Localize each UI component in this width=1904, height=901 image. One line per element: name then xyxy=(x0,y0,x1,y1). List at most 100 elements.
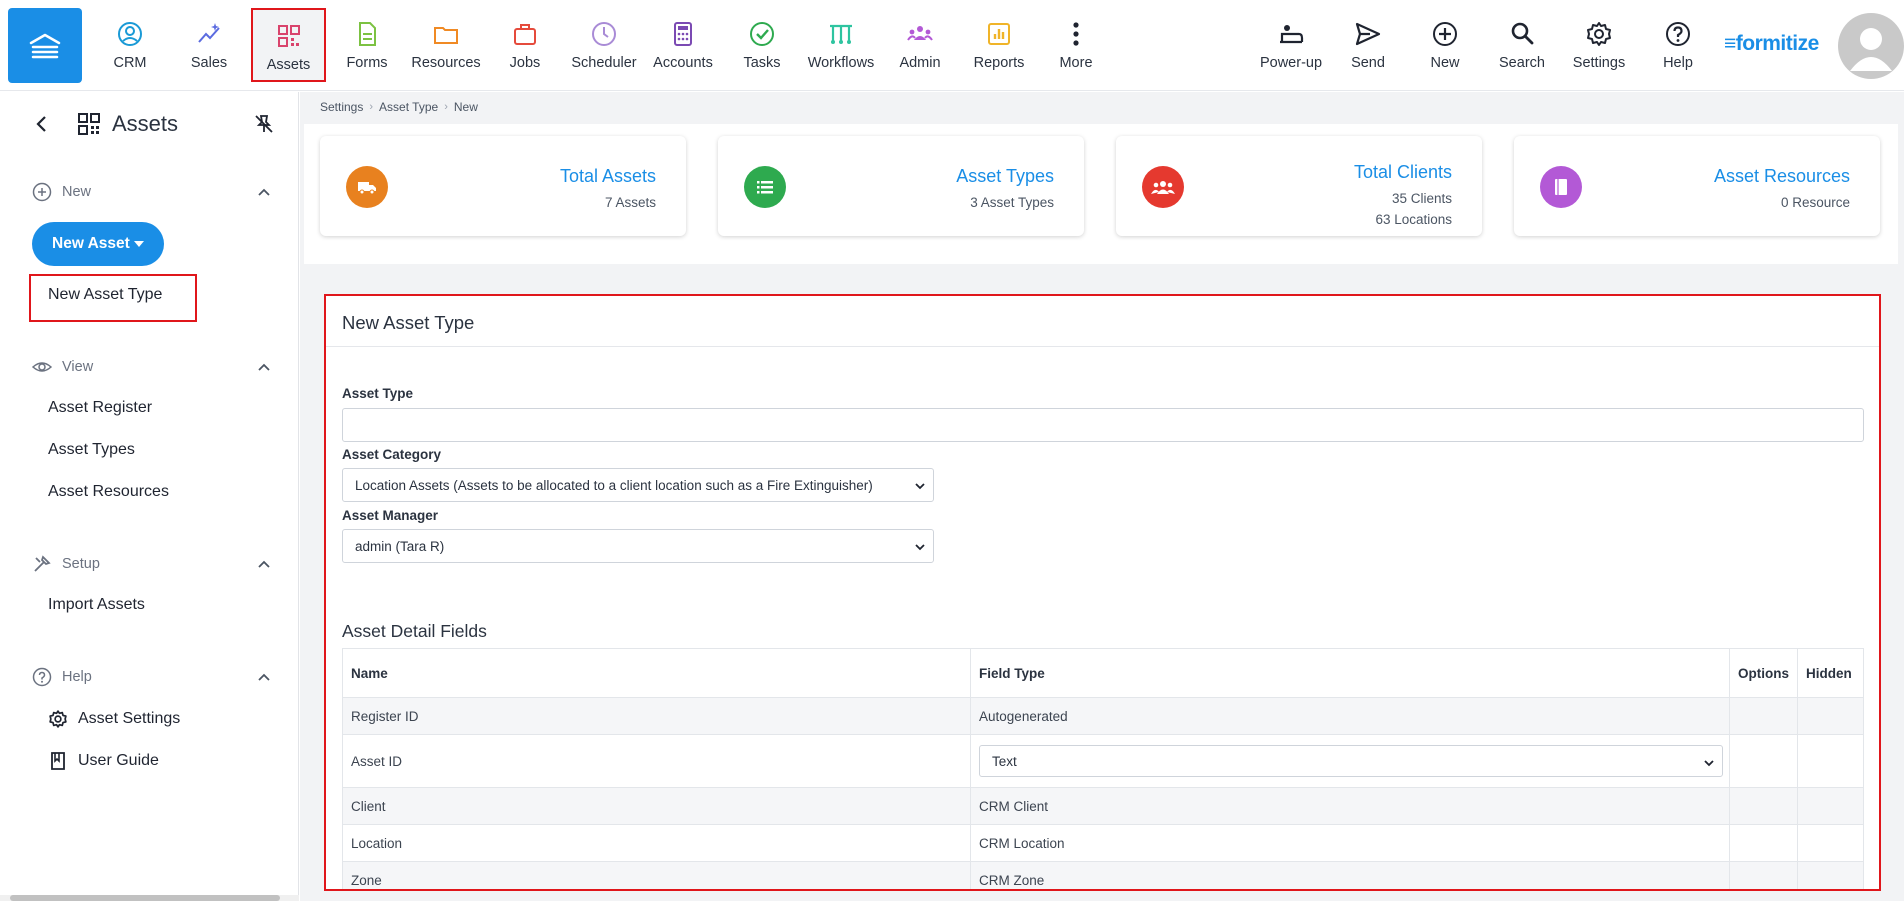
new-asset-type-panel: New Asset Type Asset Type Asset Category… xyxy=(324,294,1881,891)
stat-card-asset-resources[interactable]: Asset Resources 0 Resource xyxy=(1514,136,1880,236)
sidebar-link-asset-resources[interactable]: Asset Resources xyxy=(48,483,169,501)
nav-tasks[interactable]: Tasks xyxy=(723,8,801,82)
sidebar-scrollbar-thumb[interactable] xyxy=(10,895,280,901)
field-hidden-cell xyxy=(1797,697,1864,735)
book-icon xyxy=(51,752,65,770)
field-hidden-cell xyxy=(1797,861,1864,889)
tool-settings-label: Settings xyxy=(1572,55,1626,71)
asset-detail-fields-table: Name Field Type Options Hidden Register … xyxy=(341,648,1864,889)
tool-send-label: Send xyxy=(1351,55,1385,71)
asset-detail-fields-title: Asset Detail Fields xyxy=(342,621,487,641)
stat-title: Total Assets xyxy=(559,166,656,186)
nav-workflows-label: Workflows xyxy=(807,55,875,71)
sidebar-link-import-assets[interactable]: Import Assets xyxy=(48,596,145,614)
sidebar-section-new[interactable]: New xyxy=(32,180,272,204)
tool-search[interactable]: Search xyxy=(1483,8,1561,82)
sidebar-link-user-guide[interactable]: User Guide xyxy=(48,751,159,771)
sidebar-link-asset-settings[interactable]: Asset Settings xyxy=(48,709,180,729)
stat-title: Asset Types xyxy=(956,166,1054,186)
stat-card-total-clients[interactable]: Total Clients 35 Clients 63 Locations xyxy=(1116,136,1482,236)
power-up-icon xyxy=(1280,25,1304,44)
crm-icon xyxy=(118,22,142,46)
nav-jobs[interactable]: Jobs xyxy=(486,8,564,82)
stats-row: Total Assets 7 Assets Asset Types 3 Asse… xyxy=(304,124,1898,264)
plus-circle-icon xyxy=(32,182,52,202)
nav-more[interactable]: More xyxy=(1037,8,1115,82)
nav-assets[interactable]: Assets xyxy=(251,8,326,82)
sidebar-link-asset-types[interactable]: Asset Types xyxy=(48,441,135,459)
tool-help-label: Help xyxy=(1663,55,1693,71)
unpin-icon[interactable] xyxy=(254,114,274,134)
tool-help[interactable]: Help xyxy=(1639,8,1717,82)
stat-value: 35 Clients xyxy=(1391,191,1452,206)
sidebar-link-asset-register[interactable]: Asset Register xyxy=(48,399,152,417)
asset-type-input[interactable] xyxy=(342,408,1864,442)
sales-icon xyxy=(198,23,220,43)
truck-icon xyxy=(346,166,388,208)
home-button[interactable] xyxy=(8,8,82,83)
field-options-cell xyxy=(1729,861,1798,889)
tool-settings[interactable]: Settings xyxy=(1560,8,1638,82)
chevron-up-icon xyxy=(258,363,270,371)
stat-value-secondary: 63 Locations xyxy=(1375,212,1452,227)
eye-icon xyxy=(32,362,52,372)
nav-jobs-label: Jobs xyxy=(509,55,541,71)
field-type-select-value: Text xyxy=(992,753,1017,769)
field-name-cell: Zone xyxy=(341,861,972,889)
nav-sales[interactable]: Sales xyxy=(170,8,248,82)
breadcrumb-settings[interactable]: Settings xyxy=(320,100,363,114)
nav-sales-label: Sales xyxy=(190,55,228,71)
nav-accounts[interactable]: Accounts xyxy=(644,8,722,82)
nav-admin[interactable]: Admin xyxy=(881,8,959,82)
sidebar-section-help-label: Help xyxy=(62,669,92,685)
nav-resources[interactable]: Resources xyxy=(407,8,485,82)
sidebar-section-setup[interactable]: Setup xyxy=(32,552,272,576)
tool-new[interactable]: New xyxy=(1406,8,1484,82)
brand-logo[interactable]: ≡formitize xyxy=(1724,32,1819,56)
sidebar-section-help[interactable]: Help xyxy=(32,665,272,689)
asset-type-label: Asset Type xyxy=(342,386,414,401)
nav-reports[interactable]: Reports xyxy=(960,8,1038,82)
tool-power-up[interactable]: Power-up xyxy=(1252,8,1330,82)
nav-crm[interactable]: CRM xyxy=(91,8,169,82)
table-header-row: Name Field Type Options Hidden xyxy=(341,648,1864,698)
field-type-cell: CRM Location xyxy=(970,824,1731,862)
sidebar-link-new-asset-type[interactable]: New Asset Type xyxy=(48,286,162,304)
field-options-cell xyxy=(1729,787,1798,825)
forms-icon xyxy=(359,22,376,46)
asset-settings-label: Asset Settings xyxy=(78,710,181,727)
new-asset-button[interactable]: New Asset xyxy=(32,222,164,266)
accounts-icon xyxy=(674,22,692,46)
nav-workflows[interactable]: Workflows xyxy=(802,8,880,82)
assets-icon xyxy=(277,25,300,47)
asset-manager-select[interactable]: admin (Tara R) xyxy=(342,529,934,563)
stat-card-total-assets[interactable]: Total Assets 7 Assets xyxy=(320,136,686,236)
tool-power-up-label: Power-up xyxy=(1259,55,1323,71)
help-circle-icon xyxy=(32,667,52,687)
main-content: Settings › Asset Type › New Total Assets… xyxy=(300,92,1904,901)
user-guide-label: User Guide xyxy=(78,752,159,769)
home-logo-icon xyxy=(29,33,61,58)
list-icon xyxy=(744,166,786,208)
field-name-cell: Location xyxy=(341,824,972,862)
table-row: Location CRM Location xyxy=(341,824,1864,862)
avatar[interactable] xyxy=(1838,13,1904,79)
tool-send[interactable]: Send xyxy=(1329,8,1407,82)
sidebar-section-view[interactable]: View xyxy=(32,355,272,379)
nav-scheduler[interactable]: Scheduler xyxy=(565,8,643,82)
sidebar: Assets New New Asset New Asset Type View… xyxy=(0,92,299,901)
stat-value: 7 Assets xyxy=(604,195,656,210)
caret-down-icon[interactable] xyxy=(134,241,144,247)
users-icon xyxy=(1142,166,1184,208)
stat-card-asset-types[interactable]: Asset Types 3 Asset Types xyxy=(718,136,1084,236)
field-type-cell: CRM Client xyxy=(970,787,1731,825)
back-chevron-icon[interactable] xyxy=(34,115,50,133)
asset-category-select[interactable]: Location Assets (Assets to be allocated … xyxy=(342,468,934,502)
field-type-select[interactable]: Text xyxy=(979,745,1724,777)
sidebar-scrollbar[interactable] xyxy=(0,895,299,901)
sidebar-section-new-label: New xyxy=(62,184,92,200)
nav-forms[interactable]: Forms xyxy=(328,8,406,82)
scheduler-icon xyxy=(592,22,616,46)
breadcrumb-asset-type[interactable]: Asset Type xyxy=(379,100,438,114)
stat-value: 0 Resource xyxy=(1780,195,1850,210)
